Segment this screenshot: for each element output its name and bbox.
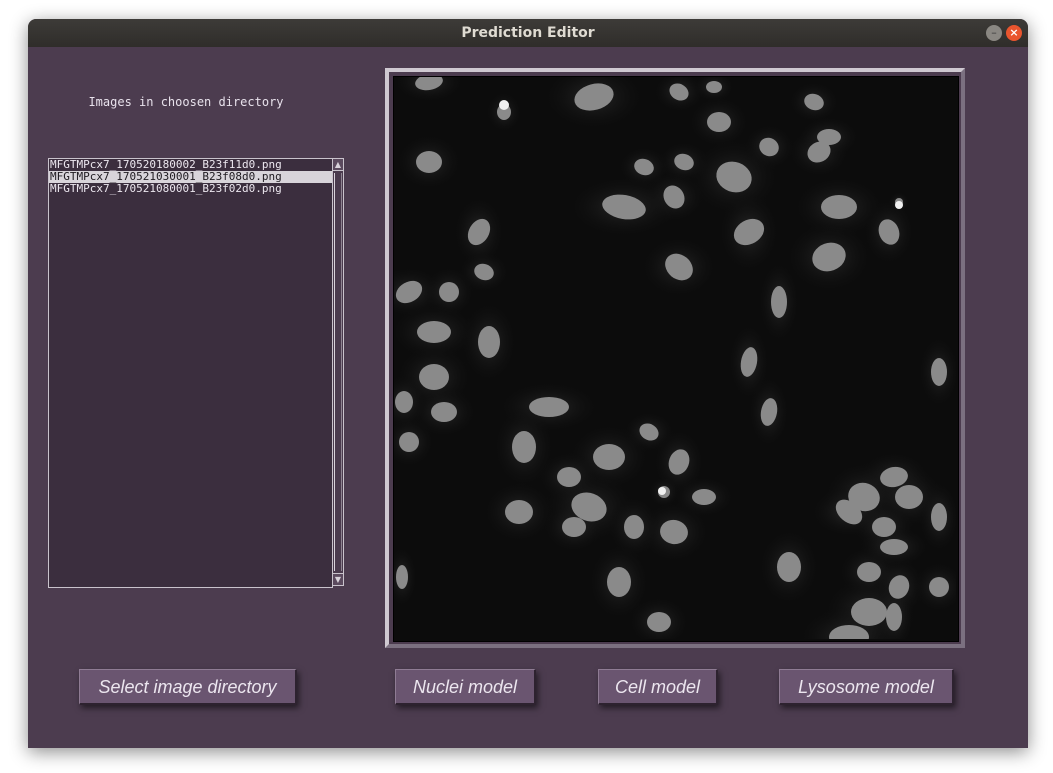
nucleus (929, 577, 949, 597)
microscopy-image (393, 76, 959, 642)
nucleus (431, 402, 457, 422)
nucleus (647, 612, 671, 632)
nucleus (624, 515, 644, 539)
scroll-thumb[interactable] (334, 173, 342, 571)
cell-nuclei-graphic (394, 77, 956, 639)
nucleus (931, 503, 947, 531)
nucleus (529, 397, 569, 417)
nuclei-model-button[interactable]: Nuclei model (395, 669, 536, 705)
nucleus (512, 431, 536, 463)
scroll-down-arrow-icon[interactable]: ▼ (333, 573, 343, 585)
cell-model-button[interactable]: Cell model (598, 669, 718, 705)
list-scrollbar[interactable]: ▲ ▼ (332, 158, 344, 586)
nucleus (692, 489, 716, 505)
nucleus (706, 81, 722, 93)
nucleus (895, 485, 923, 509)
nucleus (416, 151, 442, 173)
close-button[interactable]: × (1006, 25, 1022, 41)
nucleus (707, 112, 731, 132)
nucleus (851, 598, 887, 626)
lysosome-model-button[interactable]: Lysosome model (779, 669, 954, 705)
bright-spot (499, 100, 509, 110)
nucleus (505, 500, 533, 524)
nucleus (886, 603, 902, 631)
nucleus (872, 517, 896, 537)
nucleus (395, 391, 413, 413)
list-item[interactable]: MFGTMPcx7_170521080001_B23f02d0.png (49, 183, 332, 195)
title-bar[interactable]: Prediction Editor – × (28, 19, 1028, 47)
nucleus (562, 517, 586, 537)
image-file-list[interactable]: MFGTMPcx7_170520180002_B23f11d0.png MFGT… (48, 158, 333, 588)
image-viewer-frame (385, 68, 965, 648)
nucleus (399, 432, 419, 452)
nucleus (593, 444, 625, 470)
nucleus (771, 286, 787, 318)
directory-label: Images in choosen directory (88, 95, 284, 109)
scroll-up-arrow-icon[interactable]: ▲ (333, 159, 343, 171)
nucleus (478, 326, 500, 358)
nucleus (607, 567, 631, 597)
minimize-button[interactable]: – (986, 25, 1002, 41)
nucleus (880, 539, 908, 555)
window-title: Prediction Editor (461, 25, 595, 41)
nucleus (417, 321, 451, 343)
nucleus (557, 467, 581, 487)
prediction-editor-window: Prediction Editor – × Images in choosen … (28, 19, 1028, 748)
nucleus (821, 195, 857, 219)
bright-spot (895, 201, 903, 209)
select-image-directory-button[interactable]: Select image directory (79, 669, 297, 705)
nucleus (396, 565, 408, 589)
nucleus (777, 552, 801, 582)
bright-spot (658, 487, 666, 495)
nucleus (419, 364, 449, 390)
nucleus (931, 358, 947, 386)
nucleus (857, 562, 881, 582)
nucleus (439, 282, 459, 302)
nucleus (817, 129, 841, 145)
